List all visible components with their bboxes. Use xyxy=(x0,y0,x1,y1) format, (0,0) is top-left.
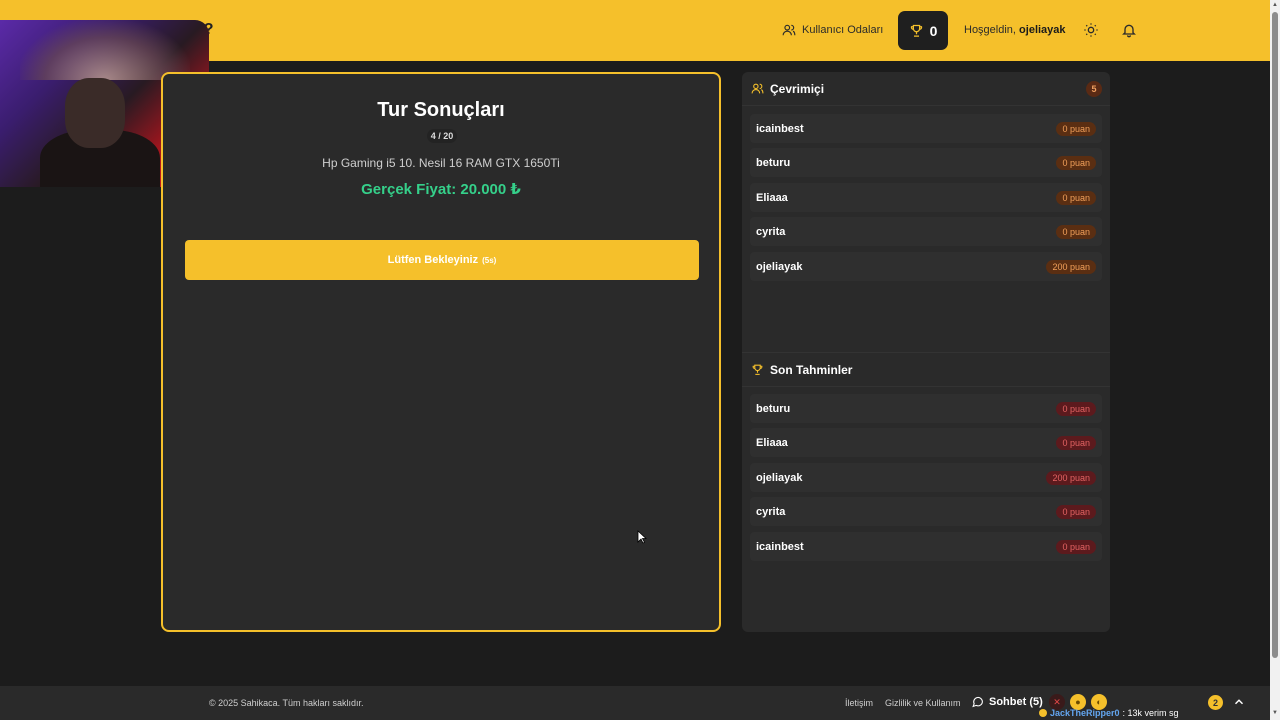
chevron-up-icon[interactable] xyxy=(1232,695,1246,709)
chat-toggle[interactable]: Sohbet (5) xyxy=(971,695,1043,708)
page-scrollbar[interactable]: ▲ ▼ xyxy=(1270,0,1280,720)
round-results-title: Tur Sonuçları xyxy=(377,99,505,121)
guess-points: 0 puan xyxy=(1056,401,1096,416)
score-button[interactable]: 0 xyxy=(898,11,948,50)
online-player-row: cyrita 0 puan xyxy=(750,217,1102,246)
online-player-row: beturu 0 puan xyxy=(750,148,1102,177)
player-points: 200 puan xyxy=(1046,259,1096,274)
user-rooms-link[interactable]: Kullanıcı Odaları xyxy=(782,23,883,37)
privacy-link[interactable]: Gizlilik ve Kullanım xyxy=(885,698,961,708)
player-points: 0 puan xyxy=(1056,190,1096,205)
welcome-prefix: Hoşgeldin, xyxy=(964,24,1016,36)
contact-link[interactable]: İletişim xyxy=(845,698,873,708)
footer: © 2025 Sahikaca. Tüm hakları saklıdır. İ… xyxy=(0,686,1270,720)
chat-last-message: JackTheRipper0 : 13k verim sg xyxy=(1039,708,1179,718)
chat-unread-badge: 2 xyxy=(1208,695,1223,710)
copyright-text: © 2025 Sahikaca. Tüm hakları saklıdır. xyxy=(209,698,364,708)
scrollbar-thumb[interactable] xyxy=(1272,12,1278,658)
online-player-row: ojeliayak 200 puan xyxy=(750,252,1102,281)
guess-player-name: Eliaaa xyxy=(756,436,788,449)
wait-button-label: Lütfen Bekleyiniz xyxy=(387,254,479,266)
score-value: 0 xyxy=(929,22,938,39)
real-price: Gerçek Fiyat: 20.000 ₺ xyxy=(361,181,521,198)
bell-icon[interactable] xyxy=(1121,22,1137,38)
chat-widget[interactable]: Sohbet (5) ✕ ● ◐ 2 JackTheRipper0 : 13k … xyxy=(960,686,1260,720)
recent-guesses-header: Son Tahminler xyxy=(742,353,1110,387)
player-name: beturu xyxy=(756,156,791,169)
guess-points: 0 puan xyxy=(1056,504,1096,519)
chat-message-text: : 13k verim sg xyxy=(1122,708,1179,718)
guess-row: beturu 0 puan xyxy=(750,394,1102,423)
chat-bubble-icon xyxy=(972,696,983,708)
trophy-icon xyxy=(910,24,922,37)
users-icon xyxy=(782,24,796,36)
player-points: 0 puan xyxy=(1056,224,1096,239)
guess-row: Eliaaa 0 puan xyxy=(750,428,1102,457)
chat-message-user[interactable]: JackTheRipper0 xyxy=(1050,708,1120,718)
online-title: Çevrimiçi xyxy=(770,81,825,96)
username[interactable]: ojeliayak xyxy=(1019,24,1065,36)
side-panel: Çevrimiçi 5 icainbest 0 puan beturu 0 pu… xyxy=(742,72,1110,632)
guess-row: icainbest 0 puan xyxy=(750,532,1102,561)
guess-player-name: cyrita xyxy=(756,505,786,518)
player-name: icainbest xyxy=(756,122,804,135)
guess-points: 0 puan xyxy=(1056,539,1096,554)
trophy-icon xyxy=(752,364,763,375)
player-name: Eliaaa xyxy=(756,191,788,204)
scroll-up-arrow-icon[interactable]: ▲ xyxy=(1272,2,1278,8)
guess-player-name: ojeliayak xyxy=(756,471,803,484)
round-results-card: Tur Sonuçları 4 / 20 Hp Gaming i5 10. Ne… xyxy=(161,72,721,632)
chat-label: Sohbet (5) xyxy=(989,695,1043,708)
recent-guesses-title: Son Tahminler xyxy=(770,362,853,377)
users-icon xyxy=(751,83,764,94)
welcome-text: Hoşgeldin, ojeliayak xyxy=(964,24,1066,36)
wait-timer: (5s) xyxy=(482,255,497,265)
mouse-cursor-icon xyxy=(637,530,647,544)
webcam-background-art xyxy=(20,20,190,80)
status-dot-icon xyxy=(1039,709,1047,717)
online-header: Çevrimiçi 5 xyxy=(742,72,1110,106)
player-name: cyrita xyxy=(756,225,786,238)
player-points: 0 puan xyxy=(1056,121,1096,136)
online-player-row: Eliaaa 0 puan xyxy=(750,183,1102,212)
online-count-badge: 5 xyxy=(1086,81,1102,97)
player-points: 0 puan xyxy=(1056,155,1096,170)
online-player-row: icainbest 0 puan xyxy=(750,114,1102,143)
guess-player-name: icainbest xyxy=(756,540,804,553)
guess-row: ojeliayak 200 puan xyxy=(750,463,1102,492)
player-name: ojeliayak xyxy=(756,260,803,273)
guess-player-name: beturu xyxy=(756,402,791,415)
guess-points: 0 puan xyxy=(1056,435,1096,450)
webcam-person-face xyxy=(65,78,125,148)
scroll-down-arrow-icon[interactable]: ▼ xyxy=(1272,710,1278,716)
sun-icon[interactable] xyxy=(1083,22,1099,38)
user-rooms-label: Kullanıcı Odaları xyxy=(802,24,884,36)
round-counter-badge: 4 / 20 xyxy=(427,129,457,143)
wait-button[interactable]: Lütfen Bekleyiniz (5s) xyxy=(185,240,699,280)
product-name: Hp Gaming i5 10. Nesil 16 RAM GTX 1650Ti xyxy=(322,156,560,170)
guess-row: cyrita 0 puan xyxy=(750,497,1102,526)
guess-points: 200 puan xyxy=(1046,470,1096,485)
